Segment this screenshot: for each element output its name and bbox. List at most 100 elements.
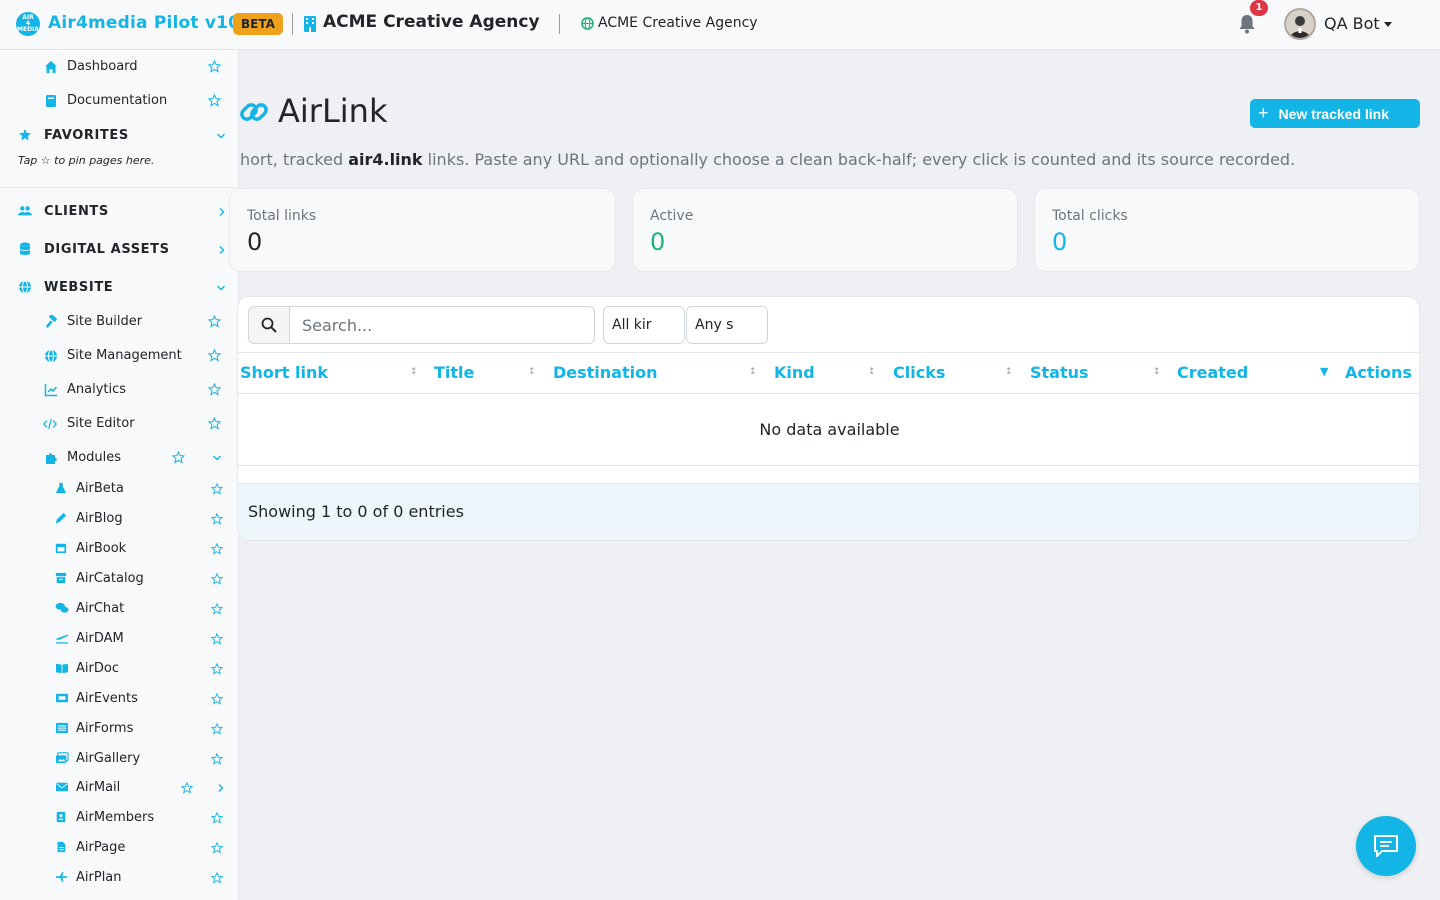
caret-down-icon[interactable] (1384, 22, 1392, 27)
search-input[interactable] (289, 306, 595, 344)
sidebar-item-airdoc[interactable]: AirDoc (0, 659, 238, 679)
sidebar-item-site-management[interactable]: Site Management (0, 345, 238, 367)
star-filled-icon (19, 129, 31, 141)
star-icon[interactable] (211, 842, 223, 854)
sidebar-section-digital-assets[interactable]: DIGITAL ASSETS (0, 238, 238, 260)
star-icon[interactable] (208, 349, 221, 362)
sort-icon[interactable]: ↕ (410, 367, 418, 377)
star-icon[interactable] (211, 753, 223, 765)
sidebar-item-airbeta[interactable]: AirBeta (0, 479, 238, 499)
brand-logo[interactable]: AIR 4 MEDIA (16, 12, 40, 36)
sidebar-item-site-builder[interactable]: Site Builder (0, 311, 238, 333)
user-menu[interactable]: QA Bot (1324, 14, 1380, 33)
sidebar-item-modules[interactable]: Modules (0, 447, 238, 469)
code-icon (43, 419, 57, 429)
sidebar-item-label: AirBeta (76, 481, 124, 496)
star-icon[interactable] (211, 573, 223, 585)
bell-icon[interactable] (1238, 14, 1256, 34)
chevron-down-icon[interactable] (216, 283, 226, 293)
sidebar-item-label: AirForms (76, 721, 134, 736)
star-icon[interactable] (211, 812, 223, 824)
flask-icon (55, 482, 67, 494)
star-icon[interactable] (211, 872, 223, 884)
star-icon[interactable] (211, 513, 223, 525)
sidebar-item-label: AirDAM (76, 631, 124, 646)
envelope-icon (56, 782, 68, 792)
sidebar-item-airblog[interactable]: AirBlog (0, 509, 238, 529)
star-icon[interactable] (208, 60, 221, 73)
sidebar-item-analytics[interactable]: Analytics (0, 379, 238, 401)
sort-descending-icon[interactable]: ▼ (1320, 365, 1328, 378)
sidebar-item-label: AirPage (76, 840, 126, 855)
sidebar-item-airplan[interactable]: AirPlan (0, 868, 238, 888)
plane-departure-icon (56, 634, 69, 644)
star-icon[interactable] (211, 663, 223, 675)
column-header-created[interactable]: Created (1177, 363, 1248, 382)
section-label: DIGITAL ASSETS (44, 242, 170, 257)
chevron-down-icon[interactable] (212, 453, 222, 463)
sidebar-item-site-editor[interactable]: Site Editor (0, 413, 238, 435)
description-domain: air4.link (348, 150, 423, 169)
sidebar-section-website[interactable]: WEBSITE (0, 276, 238, 298)
organization-switcher[interactable]: ACME Creative Agency (323, 12, 540, 32)
star-icon[interactable] (208, 417, 221, 430)
star-icon[interactable] (172, 451, 185, 464)
sidebar-item-aircatalog[interactable]: AirCatalog (0, 569, 238, 589)
star-icon[interactable] (211, 543, 223, 555)
brand-name[interactable]: Air4media Pilot v10 (48, 13, 240, 33)
sidebar-section-favorites[interactable]: FAVORITES (0, 124, 238, 146)
sidebar-item-label: AirBlog (76, 511, 123, 526)
status-filter-select[interactable]: Any s (686, 306, 768, 344)
column-header-kind[interactable]: Kind (774, 363, 815, 382)
site-switcher[interactable]: ACME Creative Agency (598, 15, 758, 31)
sort-icon[interactable]: ↕ (1005, 367, 1013, 377)
star-icon[interactable] (211, 693, 223, 705)
star-icon[interactable] (208, 94, 221, 107)
chevron-right-icon[interactable] (217, 245, 227, 255)
sidebar-item-airchat[interactable]: AirChat (0, 599, 238, 619)
star-icon[interactable] (181, 782, 193, 794)
star-icon[interactable] (211, 603, 223, 615)
sort-icon[interactable]: ↕ (1153, 367, 1161, 377)
sidebar-item-airbook[interactable]: AirBook (0, 539, 238, 559)
column-header-destination[interactable]: Destination (553, 363, 658, 382)
avatar[interactable] (1284, 8, 1316, 40)
star-icon[interactable] (208, 315, 221, 328)
stat-value: 0 (1052, 228, 1068, 256)
star-icon[interactable] (211, 723, 223, 735)
globe-icon (581, 17, 594, 30)
sidebar-item-dashboard[interactable]: Dashboard (0, 56, 238, 78)
star-icon[interactable] (211, 483, 223, 495)
sidebar-item-airmail[interactable]: AirMail (0, 778, 238, 798)
sidebar-item-airgallery[interactable]: AirGallery (0, 749, 238, 769)
kind-filter-select[interactable]: All kir (603, 306, 685, 344)
sidebar-item-airforms[interactable]: AirForms (0, 719, 238, 739)
star-icon[interactable] (211, 633, 223, 645)
sidebar-section-clients[interactable]: CLIENTS (0, 200, 238, 222)
sidebar-item-airdam[interactable]: AirDAM (0, 629, 238, 649)
column-header-title[interactable]: Title (434, 363, 474, 382)
sidebar-item-airpage[interactable]: AirPage (0, 838, 238, 858)
chevron-right-icon[interactable] (217, 207, 227, 217)
search-button[interactable] (248, 306, 290, 344)
column-header-status[interactable]: Status (1030, 363, 1089, 382)
column-header-short-link[interactable]: Short link (240, 363, 328, 382)
sidebar-item-label: Site Builder (67, 314, 143, 329)
sort-icon[interactable]: ↕ (868, 367, 876, 377)
sidebar-item-airevents[interactable]: AirEvents (0, 689, 238, 709)
sidebar-item-label: Dashboard (67, 59, 138, 74)
section-label: CLIENTS (44, 204, 109, 219)
plus-icon: + (1258, 103, 1269, 123)
sort-icon[interactable]: ↕ (749, 367, 757, 377)
id-card-icon (56, 811, 66, 823)
column-header-clicks[interactable]: Clicks (893, 363, 945, 382)
new-tracked-link-button[interactable]: + New tracked link (1250, 99, 1420, 128)
chevron-right-icon[interactable] (216, 783, 226, 793)
sidebar-item-documentation[interactable]: Documentation (0, 90, 238, 112)
chat-button[interactable] (1356, 816, 1416, 876)
link-icon (240, 103, 268, 121)
sidebar-item-airmembers[interactable]: AirMembers (0, 808, 238, 828)
chevron-down-icon[interactable] (216, 131, 226, 141)
sort-icon[interactable]: ↕ (528, 367, 536, 377)
star-icon[interactable] (208, 383, 221, 396)
